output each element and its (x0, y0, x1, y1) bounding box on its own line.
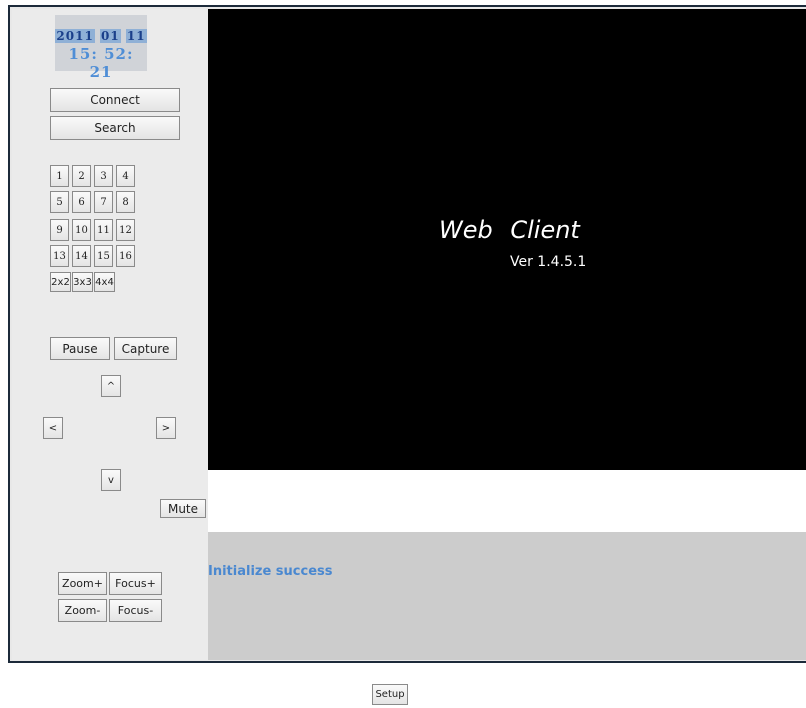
zoom-in-button[interactable]: Zoom+ (58, 572, 107, 595)
channel-6-button[interactable]: 6 (72, 191, 91, 213)
channel-5-button[interactable]: 5 (50, 191, 69, 213)
web-client-title: Web Client (439, 216, 580, 244)
time-display: 15: 52: 21 (68, 45, 134, 81)
channel-10-button[interactable]: 10 (72, 219, 91, 241)
channel-4-button[interactable]: 4 (116, 165, 135, 187)
video-viewport[interactable]: Web Client Ver 1.4.5.1 (208, 9, 806, 470)
channel-16-button[interactable]: 16 (116, 245, 135, 267)
info-bar (208, 470, 806, 532)
channel-9-button[interactable]: 9 (50, 219, 69, 241)
date-year: 2011 (55, 29, 95, 43)
channel-11-button[interactable]: 11 (94, 219, 113, 241)
layout-2x2-button[interactable]: 2x2 (50, 272, 71, 292)
date-day: 11 (125, 29, 147, 43)
layout-3x3-button[interactable]: 3x3 (72, 272, 93, 292)
version-label: Ver 1.4.5.1 (510, 254, 587, 270)
channel-13-button[interactable]: 13 (50, 245, 69, 267)
channel-3-button[interactable]: 3 (94, 165, 113, 187)
ptz-right-button[interactable]: > (156, 417, 176, 439)
zoom-out-button[interactable]: Zoom- (58, 599, 107, 622)
ptz-up-button[interactable]: ^ (101, 375, 121, 397)
focus-out-button[interactable]: Focus- (109, 599, 162, 622)
control-sidebar: 2011 01 11 15: 52: 21 Connect Search 1 2… (12, 9, 208, 660)
layout-4x4-button[interactable]: 4x4 (94, 272, 115, 292)
channel-12-button[interactable]: 12 (116, 219, 135, 241)
pause-button[interactable]: Pause (50, 337, 110, 360)
ptz-left-button[interactable]: < (43, 417, 63, 439)
date-month: 01 (100, 29, 121, 43)
channel-7-button[interactable]: 7 (94, 191, 113, 213)
search-button[interactable]: Search (50, 116, 180, 140)
setup-button[interactable]: Setup (372, 684, 408, 705)
channel-2-button[interactable]: 2 (72, 165, 91, 187)
channel-14-button[interactable]: 14 (72, 245, 91, 267)
channel-1-button[interactable]: 1 (50, 165, 69, 187)
focus-in-button[interactable]: Focus+ (109, 572, 162, 595)
mute-button[interactable]: Mute (160, 499, 206, 518)
capture-button[interactable]: Capture (114, 337, 177, 360)
status-message: Initialize success (208, 564, 333, 579)
clock-display: 2011 01 11 15: 52: 21 (55, 15, 147, 81)
connect-button[interactable]: Connect (50, 88, 180, 112)
ptz-down-button[interactable]: v (101, 469, 121, 491)
status-panel: Initialize success (208, 532, 806, 660)
channel-8-button[interactable]: 8 (116, 191, 135, 213)
channel-15-button[interactable]: 15 (94, 245, 113, 267)
app-frame: 2011 01 11 15: 52: 21 Connect Search 1 2… (8, 5, 806, 663)
date-display: 2011 01 11 (55, 29, 147, 43)
